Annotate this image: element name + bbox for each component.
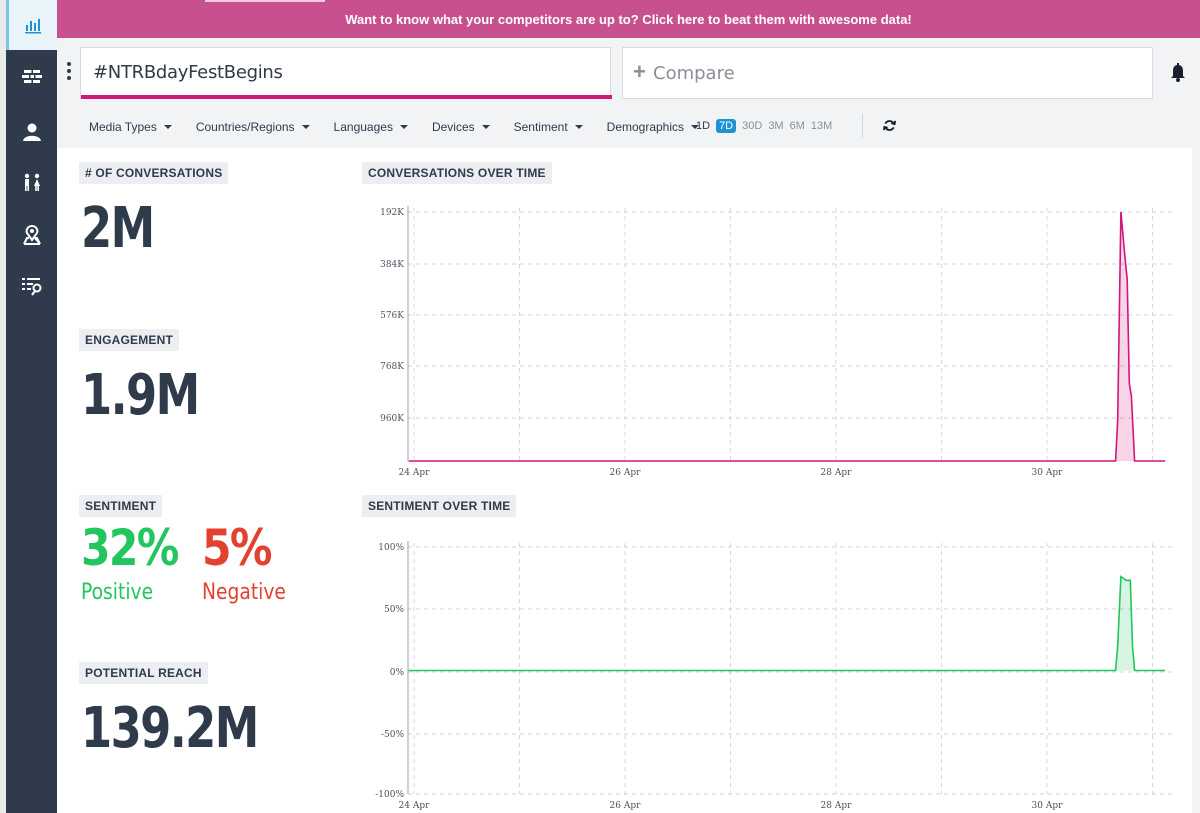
compare-field[interactable]: + Compare [622,47,1153,99]
caret-down-icon [163,125,172,129]
filter-label: Devices [431,120,475,134]
reach-value: 139.2M [81,696,259,761]
search-query-field[interactable]: #NTRBdayFestBegins [80,47,612,99]
conversations-chart-title: CONVERSATIONS OVER TIME [362,162,552,184]
filter-countries-regions[interactable]: Countries/Regions [196,120,310,134]
x-tick-label: 30 Apr [1032,468,1064,478]
y-tick-label: 192K [380,208,404,218]
range-30d[interactable]: 30D [742,120,762,132]
caret-down-icon [301,125,310,129]
y-tick-label: 384K [380,260,404,270]
filter-label: Sentiment [513,120,568,134]
x-tick-label: 30 Apr [1032,801,1064,811]
engagement-value: 1.9M [81,363,200,428]
time-range-selector: 1D 7D 30D 3M 6M 13M [696,119,838,133]
y-tick-label: 960K [380,414,404,424]
filter-languages[interactable]: Languages [334,120,408,134]
user-icon [22,123,41,141]
filter-bar: Media Types Countries/Regions Languages … [89,118,723,136]
kebab-menu-icon[interactable] [66,62,72,84]
x-tick-label: 26 Apr [610,801,642,811]
engagement-label: ENGAGEMENT [79,329,180,351]
caret-down-icon [481,125,490,129]
sidebar-item-search-lists[interactable] [6,261,57,311]
filter-media-types[interactable]: Media Types [89,120,172,134]
range-3m[interactable]: 3M [768,120,783,132]
sentiment-positive-label: Positive [81,580,154,605]
sentiment-negative-value: 5% [202,519,272,577]
search-query-text: #NTRBdayFestBegins [93,62,283,83]
sidebar-item-topics[interactable] [6,52,57,102]
sentiment-label: SENTIMENT [79,495,163,517]
sidebar-item-analytics[interactable] [6,0,57,50]
sentiment-chart-title: SENTIMENT OVER TIME [362,495,517,517]
range-6m[interactable]: 6M [790,120,805,132]
range-13m[interactable]: 13M [811,120,832,132]
caret-down-icon [574,125,583,129]
sidebar-item-demographics[interactable] [6,158,57,208]
y-tick-label: 100% [378,543,404,553]
series-line [408,575,1166,672]
filter-demographics[interactable]: Demographics [606,120,700,134]
x-tick-label: 26 Apr [610,468,642,478]
filter-label: Languages [333,120,393,134]
promo-banner-text: Want to know what your competitors are u… [345,11,912,27]
plus-icon: + [633,59,646,84]
conversations-value: 2M [81,196,155,261]
conversations-over-time-chart: 192K 384K 576K 768K 960K 24 Apr 26 Apr 28 Apr 30… [380,206,1172,478]
refresh-icon[interactable] [883,119,896,132]
sentiment-positive-value: 32% [81,519,179,577]
sidebar-item-influencers[interactable] [6,107,57,157]
toolbar-divider [862,114,863,138]
map-pin-icon [22,224,41,245]
bar-chart-icon [25,19,41,34]
x-tick-label: 28 Apr [821,468,853,478]
y-tick-label: -100% [375,790,404,800]
range-7d[interactable]: 7D [716,119,737,133]
x-tick-label: 24 Apr [399,468,431,478]
filter-label: Demographics [606,120,685,134]
promo-banner[interactable]: Want to know what your competitors are u… [57,0,1200,38]
search-query-underline [81,95,612,99]
x-tick-label: 28 Apr [821,801,853,811]
reach-label: POTENTIAL REACH [79,662,208,684]
caret-down-icon [399,125,408,129]
sentiment-over-time-chart: 100% 50% 0% -50% -100%24 Apr 26 Apr 28 Apr 30 A… [375,541,1172,811]
series-area [408,212,1166,461]
y-tick-label: -50% [381,730,404,740]
y-tick-label: 0% [390,668,405,678]
filter-label: Countries/Regions [195,120,295,134]
sentiment-negative-label: Negative [202,580,286,605]
series-area [408,576,1166,671]
people-icon [24,173,40,191]
x-tick-label: 24 Apr [399,801,431,811]
compare-label: Compare [653,63,735,84]
series-line [408,211,1166,462]
sidebar-item-locations[interactable] [6,210,57,260]
y-tick-label: 576K [380,311,404,321]
range-1d[interactable]: 1D [696,120,710,132]
sidebar [6,0,57,813]
bell-icon[interactable] [1170,63,1186,83]
conversations-label: # OF CONVERSATIONS [79,162,229,184]
list-search-icon [21,278,41,296]
filter-label: Media Types [89,120,157,134]
y-tick-label: 768K [380,362,404,372]
y-tick-label: 50% [384,605,404,615]
filter-sentiment[interactable]: Sentiment [514,120,583,134]
filter-devices[interactable]: Devices [432,120,490,134]
scrollbar[interactable] [1192,148,1200,813]
brick-wall-icon [21,70,42,83]
banner-top-highlight [205,0,325,2]
